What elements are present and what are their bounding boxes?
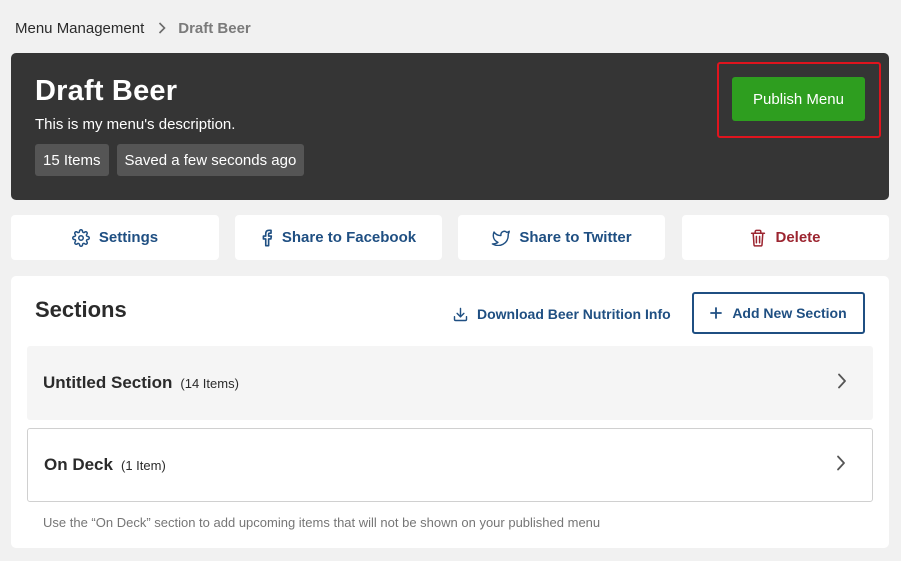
download-nutrition-link[interactable]: Download Beer Nutrition Info — [453, 304, 671, 324]
on-deck-help-text: Use the “On Deck” section to add upcomin… — [43, 515, 601, 530]
section-item-count: (14 Items) — [180, 375, 239, 391]
twitter-icon — [491, 230, 511, 246]
download-icon — [453, 307, 468, 322]
delete-button[interactable]: Delete — [682, 215, 889, 260]
menu-title: Draft Beer — [35, 75, 178, 107]
section-name: Untitled Section — [43, 373, 173, 392]
trash-icon — [750, 229, 766, 247]
breadcrumb-menu-management[interactable]: Menu Management — [15, 20, 144, 37]
menu-detail-page: Menu Management Draft Beer Draft Beer Th… — [0, 0, 901, 561]
delete-label: Delete — [775, 229, 821, 246]
breadcrumb: Menu Management Draft Beer — [15, 18, 251, 38]
section-item-count: (1 Item) — [120, 457, 166, 473]
chevron-right-icon — [158, 22, 166, 34]
share-twitter-button[interactable]: Share to Twitter — [458, 215, 665, 260]
share-twitter-label: Share to Twitter — [519, 229, 632, 246]
menu-description: This is my menu's description. — [35, 116, 236, 133]
gear-icon — [71, 228, 90, 247]
sections-title: Sections — [35, 297, 127, 322]
add-new-section-button[interactable]: Add New Section — [692, 292, 865, 334]
breadcrumb-current: Draft Beer — [178, 19, 251, 37]
menu-badges: 15 Items Saved a few seconds ago — [35, 144, 305, 176]
share-facebook-label: Share to Facebook — [281, 229, 417, 246]
download-nutrition-label: Download Beer Nutrition Info — [477, 306, 671, 322]
settings-button[interactable]: Settings — [11, 215, 219, 260]
sections-card: Sections Download Beer Nutrition Info Ad… — [11, 276, 889, 548]
publish-menu-button[interactable]: Publish Menu — [732, 77, 865, 121]
facebook-icon — [261, 229, 273, 247]
menu-header-card: Draft Beer This is my menu's description… — [11, 53, 889, 200]
settings-label: Settings — [98, 229, 159, 246]
share-facebook-button[interactable]: Share to Facebook — [235, 215, 442, 260]
chevron-right-icon — [836, 455, 846, 471]
chevron-right-icon — [837, 373, 847, 389]
section-row-untitled[interactable]: Untitled Section (14 Items) — [27, 346, 873, 420]
section-name: On Deck — [44, 455, 113, 474]
save-status-badge: Saved a few seconds ago — [116, 144, 305, 176]
add-new-section-label: Add New Section — [732, 305, 847, 321]
item-count-badge: 15 Items — [35, 144, 109, 176]
section-row-on-deck[interactable]: On Deck (1 Item) — [27, 428, 873, 502]
plus-icon — [710, 307, 723, 319]
